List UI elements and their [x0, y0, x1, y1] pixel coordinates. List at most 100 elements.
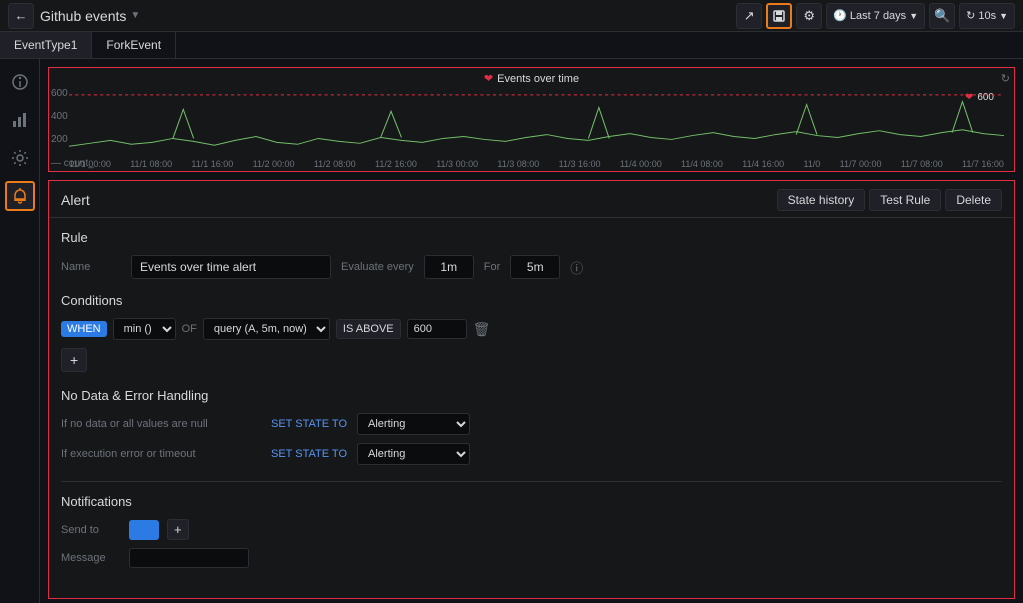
x-label-14: 11/7 08:00 [901, 159, 943, 169]
delete-condition-icon[interactable]: 🗑 [473, 321, 491, 338]
alert-panel: Alert State history Test Rule Delete Rul… [48, 180, 1015, 599]
message-row: Message [61, 548, 1002, 568]
no-data-label: If no data or all values are null [61, 418, 261, 430]
dashboard-title: Github events ▼ [40, 8, 140, 24]
evaluate-input[interactable] [424, 255, 474, 279]
chart-legend-text: — count_ [51, 158, 94, 169]
refresh-chevron: ▼ [999, 11, 1008, 21]
time-range-text: Last 7 days [850, 10, 906, 22]
y-label-600: 600 [51, 88, 68, 99]
x-label-6: 11/3 00:00 [436, 159, 478, 169]
for-label: For [484, 261, 501, 273]
test-rule-button[interactable]: Test Rule [869, 189, 941, 211]
conditions-title: Conditions [61, 293, 1002, 308]
chart-canvas [69, 90, 1004, 153]
no-data-state-select[interactable]: Alerting No Data Keep Last State OK [357, 413, 470, 435]
chart-svg [69, 90, 1004, 153]
tab-forkevent[interactable]: ForkEvent [92, 32, 176, 58]
y-label-200: 200 [51, 134, 68, 145]
no-data-row: If no data or all values are null SET ST… [61, 413, 1002, 435]
alert-panel-actions: State history Test Rule Delete [777, 189, 1002, 211]
save-button[interactable] [766, 3, 792, 29]
x-label-10: 11/4 08:00 [681, 159, 723, 169]
tab-forkevent-label: ForkEvent [106, 38, 161, 52]
alert-panel-header: Alert State history Test Rule Delete [49, 181, 1014, 218]
x-label-3: 11/2 00:00 [253, 159, 295, 169]
of-text: OF [182, 323, 197, 335]
notifications-title: Notifications [61, 494, 1002, 509]
chart-legend: — count_ [51, 158, 94, 169]
evaluate-label: Evaluate every [341, 261, 414, 273]
x-label-9: 11/4 00:00 [620, 159, 662, 169]
x-label-5: 11/2 16:00 [375, 159, 417, 169]
time-range-selector[interactable]: 🕐 Last 7 days ▼ [826, 3, 925, 29]
name-input[interactable] [131, 255, 331, 279]
share-button[interactable]: ↗ [736, 3, 762, 29]
chart-y-labels: 600 400 200 [51, 88, 68, 145]
main-layout: ❤ Events over time ↻ ❤ 600 600 400 200 [0, 59, 1023, 603]
send-to-row: Send to + [61, 519, 1002, 540]
state-history-button[interactable]: State history [777, 189, 866, 211]
query-select[interactable]: query (A, 5m, now) [203, 318, 330, 340]
x-label-15: 11/7 16:00 [962, 159, 1004, 169]
send-to-badge [129, 520, 159, 540]
add-send-to-button[interactable]: + [167, 519, 189, 540]
topbar: ← Github events ▼ ↗ ⚙ 🕐 Last 7 days ▼ 🔍 … [0, 0, 1023, 32]
info-icon: ⓘ [570, 258, 583, 277]
refresh-text: 10s [978, 10, 996, 22]
sidebar-item-settings[interactable] [5, 143, 35, 173]
tab-eventtype1-label: EventType1 [14, 38, 77, 52]
x-label-1: 11/1 08:00 [130, 159, 172, 169]
rule-name-row: Name Evaluate every For ⓘ [61, 255, 1002, 279]
min-select[interactable]: min () [113, 318, 176, 340]
no-data-title: No Data & Error Handling [61, 388, 1002, 403]
back-button[interactable]: ← [8, 3, 34, 29]
gear-button[interactable]: ⚙ [796, 3, 822, 29]
delete-button[interactable]: Delete [945, 189, 1002, 211]
refresh-selector[interactable]: ↻ 10s ▼ [959, 3, 1015, 29]
title-text: Github events [40, 8, 126, 24]
message-label: Message [61, 552, 121, 564]
x-label-7: 11/3 08:00 [497, 159, 539, 169]
clock-icon: 🕐 [833, 9, 847, 22]
sidebar-item-chart[interactable] [5, 105, 35, 135]
x-label-12: 11/0 [803, 159, 820, 169]
tab-eventtype1[interactable]: EventType1 [0, 32, 92, 58]
sidebar [0, 59, 40, 603]
chart-section: ❤ Events over time ↻ ❤ 600 600 400 200 [48, 67, 1015, 172]
chart-x-labels: 11/1 00:00 11/1 08:00 11/1 16:00 11/2 00… [69, 159, 1004, 169]
chart-title: ❤ Events over time [484, 72, 579, 85]
search-button[interactable]: 🔍 [929, 3, 955, 29]
topbar-left: ← Github events ▼ [8, 3, 140, 29]
alert-content: Rule Name Evaluate every For ⓘ Condition… [49, 218, 1014, 580]
tabs-bar: EventType1 ForkEvent [0, 32, 1023, 59]
set-state-to-1: SET STATE TO [271, 418, 347, 430]
execution-state-select[interactable]: Alerting Keep Last State Error [357, 443, 470, 465]
execution-error-row: If execution error or timeout SET STATE … [61, 443, 1002, 465]
for-input[interactable] [510, 255, 560, 279]
x-label-13: 11/7 00:00 [840, 159, 882, 169]
refresh-icon: ↻ [966, 9, 975, 22]
add-condition-button[interactable]: + [61, 348, 87, 372]
x-label-4: 11/2 08:00 [314, 159, 356, 169]
message-input[interactable] [129, 548, 249, 568]
conditions-section: Conditions WHEN min () OF query (A, 5m, … [61, 293, 1002, 372]
topbar-right: ↗ ⚙ 🕐 Last 7 days ▼ 🔍 ↻ 10s ▼ [736, 3, 1015, 29]
heart-icon: ❤ [484, 72, 493, 85]
send-to-label: Send to [61, 524, 121, 536]
alert-title: Alert [61, 192, 90, 208]
when-badge: WHEN [61, 321, 107, 337]
x-label-11: 11/4 16:00 [742, 159, 784, 169]
threshold-input[interactable] [407, 319, 467, 339]
time-chevron: ▼ [909, 11, 918, 21]
sidebar-item-menu[interactable] [5, 67, 35, 97]
title-chevron[interactable]: ▼ [130, 10, 140, 21]
set-state-to-2: SET STATE TO [271, 448, 347, 460]
sidebar-item-alerts[interactable] [5, 181, 35, 211]
rule-section-title: Rule [61, 230, 1002, 245]
condition-row: WHEN min () OF query (A, 5m, now) IS ABO… [61, 318, 1002, 340]
no-data-section: No Data & Error Handling If no data or a… [61, 388, 1002, 465]
is-above-badge: IS ABOVE [336, 319, 401, 339]
content-area: ❤ Events over time ↻ ❤ 600 600 400 200 [40, 59, 1023, 603]
x-label-2: 11/1 16:00 [191, 159, 233, 169]
